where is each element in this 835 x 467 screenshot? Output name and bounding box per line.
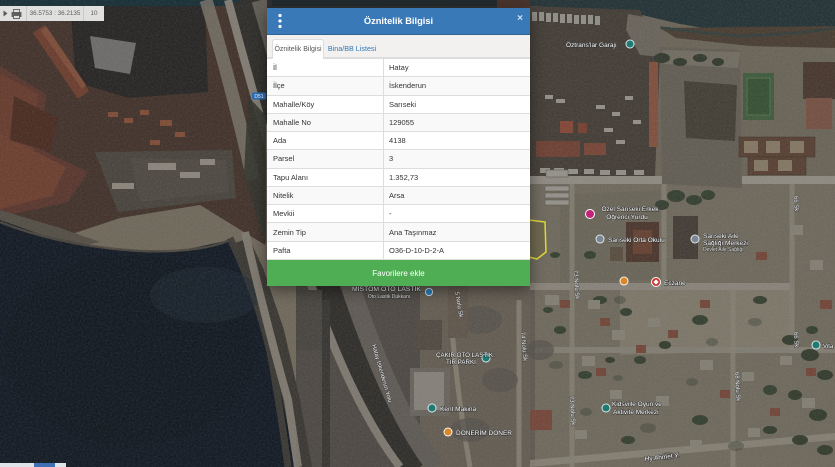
svg-text:Kent Makina: Kent Makina xyxy=(440,406,477,413)
svg-text:Sarıseki Aile: Sarıseki Aile xyxy=(703,233,739,240)
svg-text:Aktivite Merkezi: Aktivite Merkezi xyxy=(613,409,659,416)
svg-text:D51: D51 xyxy=(254,94,263,100)
svg-text:Öğrenci Yurdu: Öğrenci Yurdu xyxy=(606,213,648,221)
svg-text:Oto Lastik Dükkanı: Oto Lastik Dükkanı xyxy=(368,294,410,300)
svg-text:Özel Sarıseki Erkek: Özel Sarıseki Erkek xyxy=(601,205,659,213)
svg-text:Öztrans'lar Garajı: Öztrans'lar Garajı xyxy=(566,41,617,49)
svg-text:Eczane: Eczane xyxy=(664,280,686,287)
svg-text:Devlet Aile Sağlığı: Devlet Aile Sağlığı xyxy=(703,247,744,253)
svg-text:66 Sk: 66 Sk xyxy=(792,332,799,349)
svg-text:TIR PARKI: TIR PARKI xyxy=(446,359,476,366)
svg-text:66 Sk: 66 Sk xyxy=(792,196,799,213)
svg-text:DÖNERİM DÖNER: DÖNERİM DÖNER xyxy=(456,428,512,437)
svg-text:ÇAKIR OTO LASTİK: ÇAKIR OTO LASTİK xyxy=(436,352,494,359)
svg-text:Sarıseki Orta Okulu: Sarıseki Orta Okulu xyxy=(608,237,665,244)
svg-text:Kidsville Oyun ve: Kidsville Oyun ve xyxy=(612,401,662,408)
svg-text:Sağlığı Merkezi: Sağlığı Merkezi xyxy=(703,240,748,247)
svg-text:Vita: Vita xyxy=(823,344,834,350)
